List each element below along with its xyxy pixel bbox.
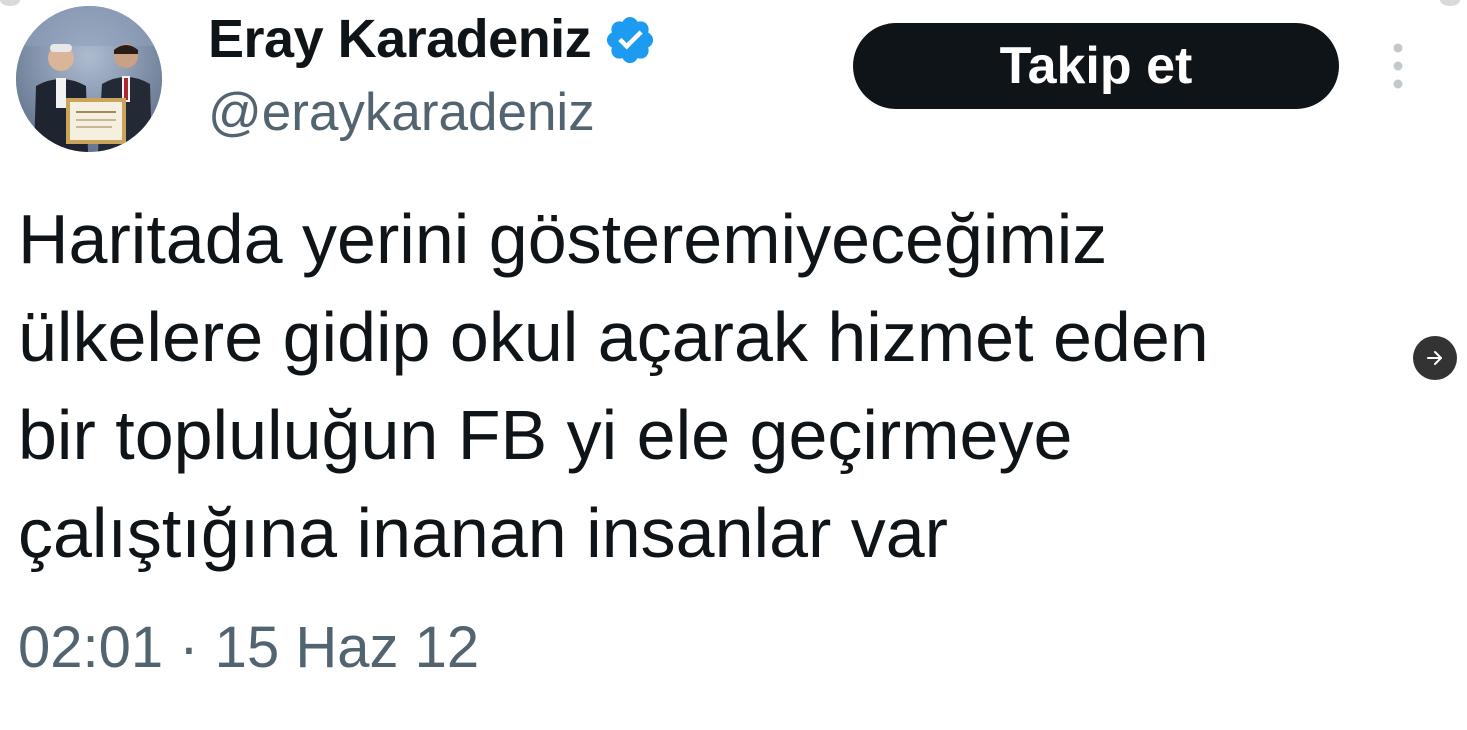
tweet-text-line: ülkelere gidip okul açarak hizmet eden [18, 298, 1209, 376]
tweet-text: Haritada yerini gösteremiyeceğimiz ülkel… [18, 190, 1378, 582]
edge-artifact [0, 0, 20, 6]
verified-badge-icon[interactable] [603, 13, 657, 67]
tweet-text-line: Haritada yerini gösteremiyeceğimiz [18, 200, 1108, 278]
author-name-row: Eray Karadeniz [208, 4, 657, 74]
edge-artifact [1440, 0, 1460, 6]
tweet-text-line: bir topluluğun FB yi ele geçirmeye [18, 396, 1073, 474]
tweet-timestamp[interactable]: 02:01 · 15 Haz 12 [18, 614, 479, 681]
more-vertical-icon[interactable] [1384, 38, 1412, 94]
arrow-right-icon [1427, 351, 1442, 365]
avatar-image [16, 6, 162, 152]
author-display-name[interactable]: Eray Karadeniz [208, 8, 592, 70]
tweet-text-line: çalıştığına inanan insanlar var [18, 494, 948, 572]
avatar[interactable] [16, 6, 162, 152]
follow-button[interactable]: Takip et [853, 23, 1339, 109]
next-button[interactable] [1413, 336, 1457, 380]
author-handle[interactable]: @eraykaradeniz [208, 82, 595, 143]
tweet-card: Eray Karadeniz @eraykaradeniz Takip et H… [0, 0, 1467, 730]
